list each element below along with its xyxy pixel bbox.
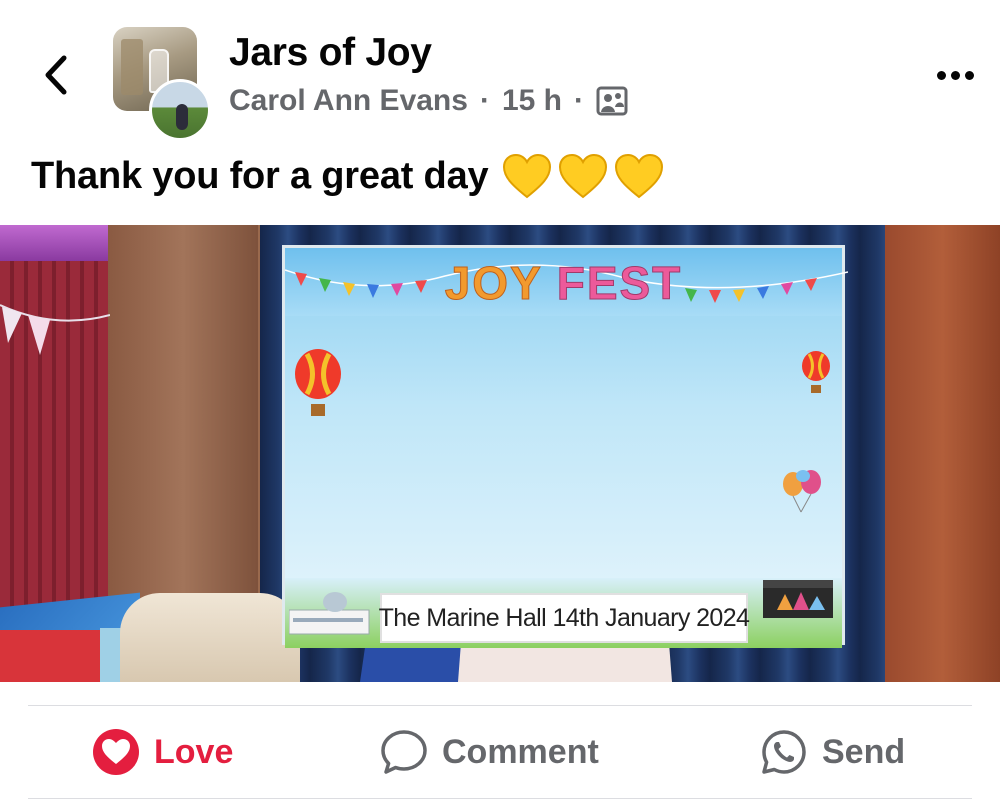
photo-wall-right [885, 225, 1000, 682]
photo-purple-light [0, 225, 110, 261]
send-button-label: Send [822, 732, 906, 771]
post-meta: Carol Ann Evans · 15 h · [229, 82, 628, 120]
photo-coat [120, 593, 300, 682]
yellow-heart-icon [615, 153, 664, 199]
post-actions-bar: Love Comment Send [0, 706, 1000, 798]
hot-air-balloon-icon [295, 349, 341, 416]
chevron-left-icon [45, 55, 67, 95]
group-avatar[interactable] [113, 27, 211, 141]
party-balloons-icon [783, 470, 821, 513]
whatsapp-send-icon [762, 730, 806, 774]
hot-air-balloon-icon [802, 351, 830, 393]
love-button[interactable]: Love [92, 706, 233, 798]
frame-title-fest: FEST [556, 257, 683, 309]
caption-emoji-group [502, 153, 664, 199]
event-banner-text: The Marine Hall 14th January 2024 [378, 603, 750, 632]
meta-separator: · [479, 84, 490, 117]
group-audience-icon [596, 85, 628, 117]
post-header: Jars of Joy Carol Ann Evans · 15 h · [0, 0, 1000, 141]
stage-illustration [763, 580, 833, 618]
love-button-label: Love [154, 732, 234, 771]
actions-divider-bottom [28, 798, 972, 799]
more-dot-icon [950, 70, 960, 80]
author-avatar[interactable] [149, 79, 211, 141]
bunting-decoration [0, 304, 110, 355]
frame-title-joy: JOY [444, 257, 542, 309]
frame-top-border: JOY FEST [285, 248, 848, 316]
caption-text: Thank you for a great day [31, 154, 489, 197]
author-name[interactable]: Carol Ann Evans [229, 84, 468, 118]
meta-separator: · [573, 84, 584, 117]
send-button[interactable]: Send [760, 706, 905, 798]
more-options-button[interactable] [930, 58, 980, 92]
group-name[interactable]: Jars of Joy [229, 30, 432, 76]
comment-button-label: Comment [442, 732, 599, 771]
frame-opening [347, 316, 779, 578]
comment-bubble-icon [381, 730, 427, 774]
back-button[interactable] [36, 52, 76, 98]
marine-hall-illustration [289, 592, 370, 635]
event-banner: The Marine Hall 14th January 2024 [378, 593, 750, 643]
more-dot-icon [964, 70, 974, 80]
post-photo[interactable]: JOY FEST The Marine Hall 14th January 20… [0, 225, 1000, 682]
comment-button[interactable]: Comment [380, 706, 599, 798]
yellow-heart-icon [503, 153, 552, 199]
more-dot-icon [936, 70, 946, 80]
post-timestamp[interactable]: 15 h [502, 84, 562, 118]
love-reaction-icon [93, 729, 139, 775]
frame-title: JOY FEST [285, 257, 842, 309]
joy-fest-photo-frame: JOY FEST The Marine Hall 14th January 20… [282, 245, 848, 648]
yellow-heart-icon [559, 153, 608, 199]
post-caption: Thank you for a great day [31, 148, 664, 204]
